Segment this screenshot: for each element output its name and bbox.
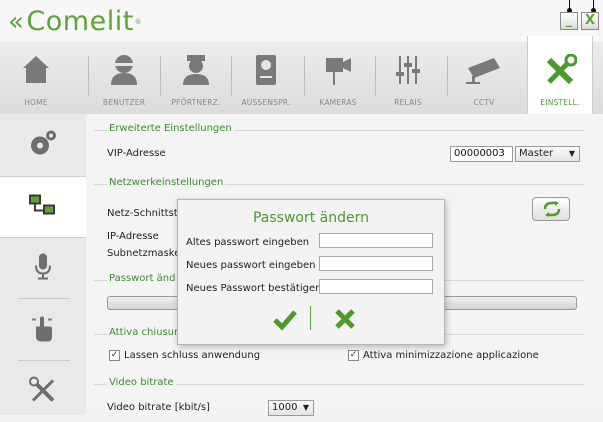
new-password-label: Neues passwort eingeben xyxy=(186,260,316,271)
microphone-icon xyxy=(33,253,53,284)
tab-users[interactable]: BENUTZER xyxy=(94,42,154,114)
new-password-input[interactable] xyxy=(319,256,433,271)
dialog-title: Passwort ändern xyxy=(252,210,370,226)
close-button[interactable]: X xyxy=(581,12,599,30)
tab-label: KAMERAS xyxy=(319,98,357,107)
vip-address-field[interactable]: 00000003 xyxy=(450,146,513,162)
home-icon xyxy=(22,54,50,87)
confirm-password-input[interactable] xyxy=(319,279,433,294)
checkmark-icon xyxy=(273,310,297,331)
settings-tools-icon xyxy=(543,53,578,91)
tab-label: AUSSENSPR. xyxy=(241,98,291,107)
sidebar-item-network[interactable] xyxy=(0,176,86,238)
cancel-button[interactable] xyxy=(332,306,358,332)
user-icon xyxy=(109,54,139,89)
tab-separator xyxy=(160,56,161,96)
section-title: Video bitrate xyxy=(107,377,176,388)
main-tab-bar: HOME BENUTZER PFÖRTNERZ. AUSSENSPR. KAME… xyxy=(0,36,603,115)
network-icon xyxy=(28,193,58,222)
comelit-logo: « Comelit ® xyxy=(8,6,142,37)
network-interface-label: Netz-Schnittst xyxy=(107,208,178,219)
change-password-dialog: Passwort ändern Altes passwort eingeben … xyxy=(177,199,445,345)
registered-mark: ® xyxy=(134,17,143,26)
subnet-mask-label: Subnetzmaske xyxy=(107,248,181,259)
sidebar-separator xyxy=(18,360,70,361)
sidebar-item-audio[interactable] xyxy=(0,238,86,298)
tab-cctv[interactable]: CCTV xyxy=(452,42,516,114)
tab-label: PFÖRTNERZ. xyxy=(171,98,221,107)
video-bitrate-label: Video bitrate [kbit/s] xyxy=(107,402,210,413)
tab-separator xyxy=(447,56,448,96)
sidebar-separator xyxy=(18,298,70,299)
tab-relays[interactable]: RELAIS xyxy=(378,42,438,114)
tab-separator xyxy=(231,56,232,96)
minimize-button[interactable]: _ xyxy=(560,12,578,30)
relay-icon xyxy=(396,54,420,89)
old-password-label: Altes passwort eingeben xyxy=(186,237,310,248)
sidebar-item-tools[interactable] xyxy=(0,362,86,422)
sidebar-item-general[interactable] xyxy=(0,114,86,174)
logo-mark: « xyxy=(8,6,25,37)
tab-concierge[interactable]: PFÖRTNERZ. xyxy=(164,42,228,114)
dialog-button-divider xyxy=(310,306,311,330)
vip-address-label: VIP-Adresse xyxy=(107,148,166,159)
logo-text: Comelit xyxy=(26,6,134,37)
section-title: Netzwerkeinstellungen xyxy=(107,177,226,188)
title-bar: « Comelit ® _ X xyxy=(0,0,603,42)
tab-separator xyxy=(304,56,305,96)
confirm-password-label: Neues Passwort bestätigen xyxy=(186,283,322,294)
section-title: Erweiterte Einstellungen xyxy=(107,123,234,134)
sidebar-item-touch[interactable] xyxy=(0,300,86,360)
tools-icon xyxy=(29,376,57,408)
video-bitrate-value: 1000 xyxy=(272,402,298,413)
section-title: Attiva chiusur xyxy=(107,327,181,338)
tab-label: HOME xyxy=(24,98,48,107)
cross-icon xyxy=(335,309,355,329)
tab-label: EINSTELL. xyxy=(540,98,580,107)
camera-icon xyxy=(323,54,353,89)
settings-sidebar xyxy=(0,114,86,415)
minimize-app-label: Attiva minimizzazione applicazione xyxy=(363,350,539,361)
ip-address-label: IP-Adresse xyxy=(107,231,159,242)
cctv-icon xyxy=(464,54,504,89)
role-select[interactable]: Master ▼ xyxy=(515,146,580,162)
close-app-label: Lassen schluss anwendung xyxy=(124,350,261,361)
tab-settings[interactable]: EINSTELL. xyxy=(527,36,593,114)
tab-separator xyxy=(375,56,376,96)
tab-label: CCTV xyxy=(473,98,495,107)
gears-icon xyxy=(28,128,58,161)
old-password-input[interactable] xyxy=(319,233,433,248)
touch-icon xyxy=(30,315,56,346)
outdoor-station-icon xyxy=(254,54,278,89)
video-bitrate-select[interactable]: 1000 ▼ xyxy=(268,400,314,416)
close-app-checkbox[interactable]: ✓ xyxy=(109,350,120,361)
tab-label: RELAIS xyxy=(394,98,422,107)
refresh-icon xyxy=(543,201,561,217)
role-value: Master xyxy=(519,148,554,159)
minimize-app-checkbox[interactable]: ✓ xyxy=(348,350,359,361)
dropdown-arrow-icon: ▼ xyxy=(302,403,309,412)
tab-outdoor-station[interactable]: AUSSENSPR. xyxy=(234,42,298,114)
tab-home[interactable]: HOME xyxy=(8,42,64,114)
doorman-icon xyxy=(181,54,211,89)
refresh-button[interactable] xyxy=(532,197,570,221)
section-title: Passwort änd xyxy=(107,273,178,284)
tab-cameras[interactable]: KAMERAS xyxy=(308,42,368,114)
tab-separator xyxy=(88,56,89,96)
tab-label: BENUTZER xyxy=(102,98,146,107)
dropdown-arrow-icon: ▼ xyxy=(568,149,575,158)
confirm-button[interactable] xyxy=(272,306,298,332)
